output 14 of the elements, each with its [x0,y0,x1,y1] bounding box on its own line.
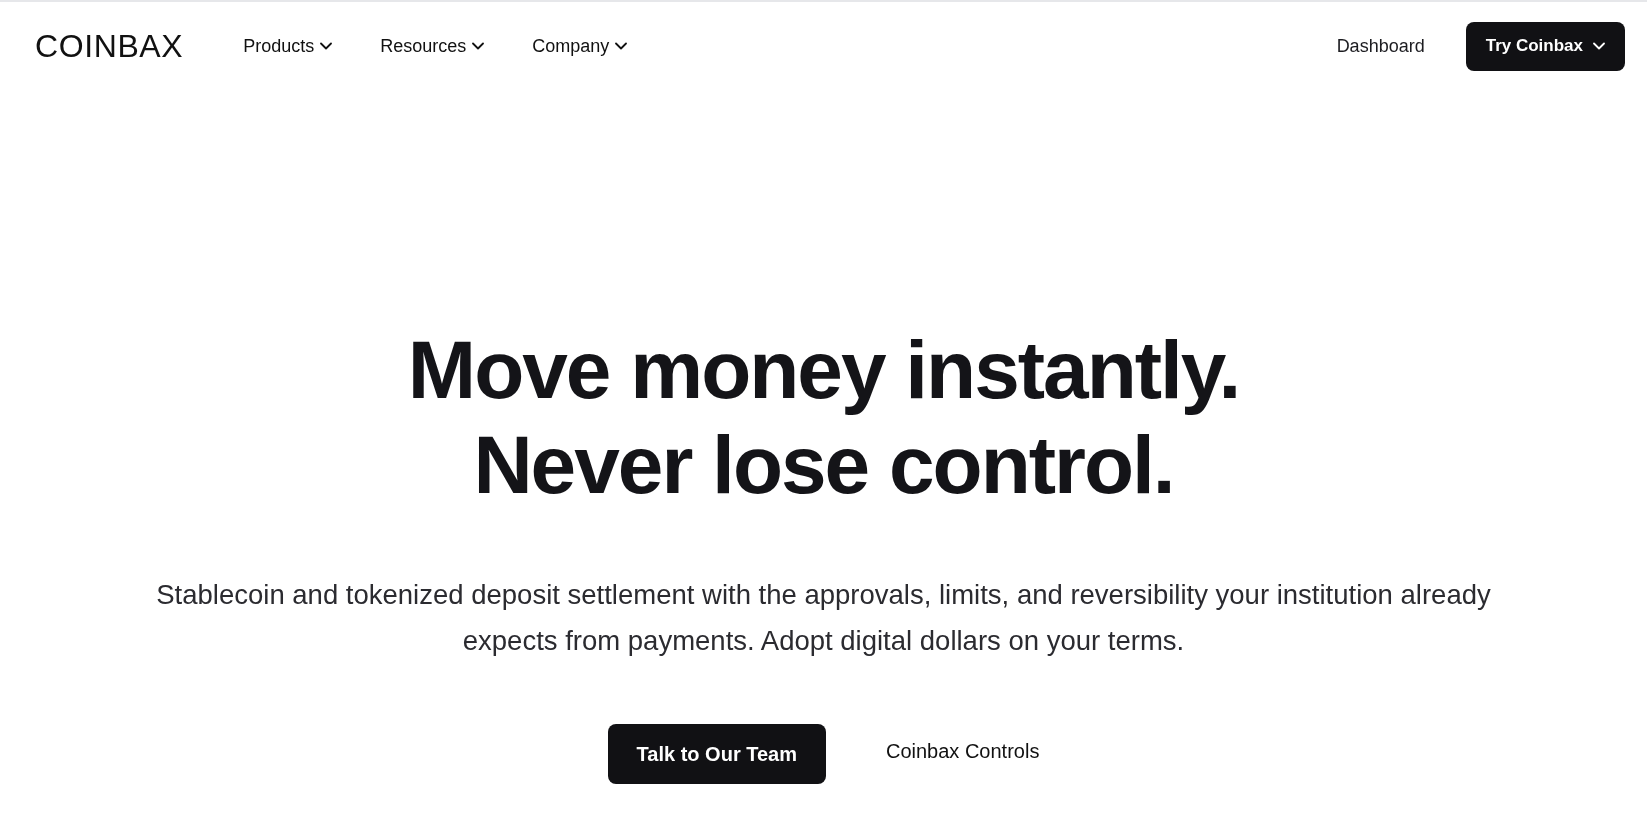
chevron-down-icon [320,42,333,50]
controls-link[interactable]: Coinbax Controls [886,739,1040,763]
nav-menu-item[interactable]: Company [532,35,628,57]
hero-subtitle: Stablecoin and tokenized deposit settlement with the approvals, limits, and reversibility your institution already expects from payments. Adopt digital dollars on your terms. [155,578,1492,658]
try-button[interactable]: Try Coinbax [1465,21,1625,71]
chevron-down-icon [615,42,628,50]
talk-to-team-button[interactable]: Talk to Our Team [607,724,826,784]
hero-headline: Move money instantly. Never lose control. [407,323,1240,512]
chevron-down-icon [1593,42,1605,50]
chevron-down-icon [472,42,485,50]
nav-menu-item[interactable]: Products [243,35,333,57]
logo-wordmark[interactable]: COINBAX [35,30,184,62]
dashboard-link[interactable]: Dashboard [1336,35,1425,57]
nav-menu-item[interactable]: Resources [380,35,485,57]
